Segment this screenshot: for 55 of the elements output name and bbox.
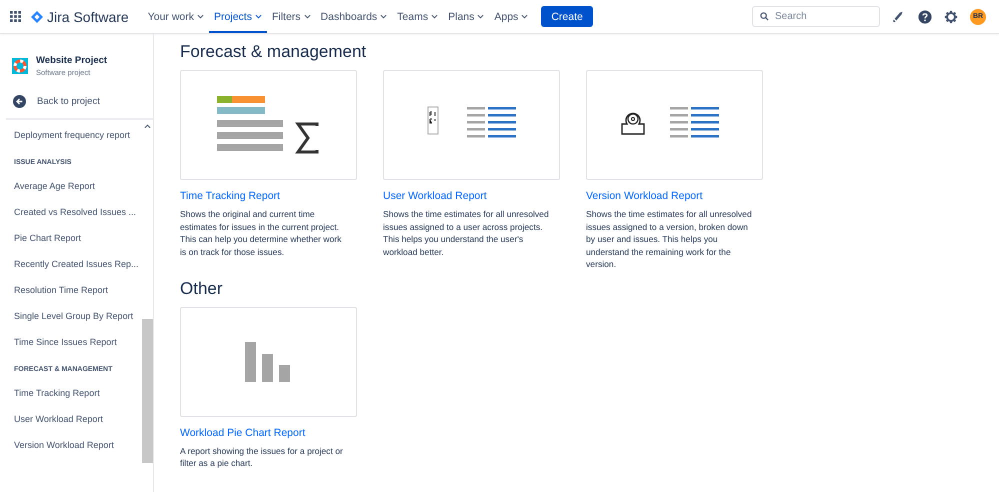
report-link[interactable]: User Workload Report (383, 190, 560, 202)
chevron-down-icon (477, 14, 484, 19)
chevron-down-icon (197, 14, 204, 19)
report-description: A report showing the issues for a project or filter as a pie chart. (180, 444, 344, 470)
report-thumbnail[interactable] (383, 70, 560, 180)
sidebar-item[interactable]: Recently Created Issues Rep... (14, 251, 142, 277)
back-label: Back to project (37, 96, 100, 107)
chevron-down-icon (254, 14, 262, 19)
sidebar-item[interactable]: Average Age Report (14, 173, 142, 199)
nav-menu[interactable]: Filters (266, 0, 316, 33)
back-link[interactable]: Back to project (0, 77, 153, 108)
sidebar-item[interactable]: Resolution Time Report (14, 277, 142, 303)
chevron-down-icon (431, 14, 438, 19)
report-link[interactable]: Version Workload Report (586, 190, 763, 202)
report-description: Shows the time estimates for all unresolved issues assigned to a version, broken down by user and issues. This helps you understand the remaining work for the version. (586, 208, 752, 270)
nav-menu[interactable]: Teams (392, 0, 444, 33)
chevron-down-icon (521, 14, 528, 19)
sidebar-item[interactable]: Single Level Group By Report (14, 303, 142, 329)
section-title: Forecast & management (180, 42, 368, 62)
nav-menu[interactable]: Dashboards (316, 0, 392, 33)
settings-icon[interactable] (944, 10, 958, 24)
help-icon[interactable] (918, 10, 932, 24)
app-name[interactable]: Jira Software (47, 8, 129, 24)
back-arrow-icon (13, 95, 26, 108)
nav-menu[interactable]: Your work (142, 0, 210, 33)
nav-menu[interactable]: Projects (209, 0, 267, 33)
app-switcher-icon[interactable] (10, 11, 21, 22)
sidebar-item[interactable]: Version Workload Report (14, 432, 142, 458)
project-name: Website Project (36, 55, 108, 66)
nav-menu[interactable]: Apps (489, 0, 534, 33)
sidebar-item[interactable]: Time Since Issues Report (14, 329, 142, 355)
sidebar-item[interactable]: Pie Chart Report (14, 225, 142, 251)
nav-menu[interactable]: Plans (443, 0, 490, 33)
search-field[interactable]: Search (752, 6, 880, 27)
sidebar-item[interactable]: User Workload Report (14, 406, 142, 432)
report-link[interactable]: Workload Pie Chart Report (180, 426, 357, 438)
logo-icon (31, 10, 43, 22)
report-description: Shows the time estimates for all unresolved issues assigned to a user across projects. This helps you understand the user's workload better. (383, 208, 549, 258)
chevron-down-icon (380, 14, 388, 19)
scrollbar-thumb[interactable] (142, 319, 153, 463)
project-icon (12, 58, 28, 74)
sidebar-item[interactable]: Deployment frequency report (14, 122, 142, 148)
sidebar-item[interactable]: Time Tracking Report (14, 380, 142, 406)
section-title: Other (180, 278, 224, 298)
create-button[interactable]: Create (541, 6, 593, 27)
scroll-up-icon[interactable] (144, 124, 151, 129)
report-thumbnail[interactable] (180, 306, 357, 416)
report-thumbnail[interactable] (586, 70, 763, 180)
bar-chart-drawing (245, 342, 292, 382)
sidebar-item[interactable]: Created vs Resolved Issues ... (14, 199, 142, 225)
report-description: Shows the original and current time estimates for issues in the current project. This can help you determine whether work is on track for those issues. (180, 208, 342, 258)
report-thumbnail[interactable] (180, 70, 357, 180)
chevron-down-icon (304, 14, 311, 19)
report-link[interactable]: Time Tracking Report (180, 190, 357, 202)
search-icon (760, 12, 769, 21)
